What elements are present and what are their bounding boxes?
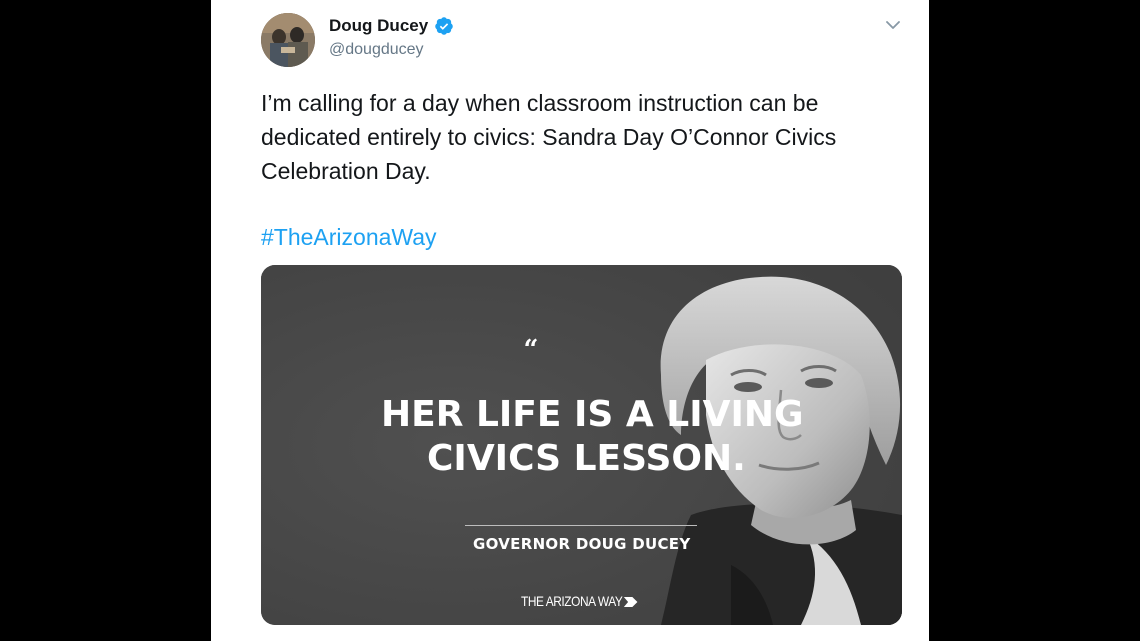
author-name-row[interactable]: Doug Ducey xyxy=(329,16,454,36)
chevron-down-icon[interactable] xyxy=(883,15,903,35)
brand-logo: THE ARIZONA WAY xyxy=(521,593,638,609)
verified-badge-icon xyxy=(434,16,454,36)
tweet-body: I’m calling for a day when classroom ins… xyxy=(261,90,837,184)
avatar-photo xyxy=(261,13,315,67)
tweet-media-image[interactable]: “ HER LIFE IS A LIVING CIVICS LESSON. GO… xyxy=(261,265,902,625)
quote-mark: “ xyxy=(523,335,539,365)
headline-line-1: HER LIFE IS A LIVING xyxy=(381,394,804,435)
arrow-right-icon xyxy=(624,595,638,607)
hashtag-link[interactable]: #TheArizonaWay xyxy=(261,220,437,254)
brand-text: THE ARIZONA WAY xyxy=(521,593,623,609)
tweet-text: I’m calling for a day when classroom ins… xyxy=(261,86,901,188)
headline-line-2: CIVICS LESSON. xyxy=(427,438,746,479)
author-handle[interactable]: @dougducey xyxy=(329,41,424,59)
author-name[interactable]: Doug Ducey xyxy=(329,16,428,36)
tweet-card: Doug Ducey @dougducey I’m calling for a … xyxy=(211,0,929,641)
divider xyxy=(465,525,697,526)
avatar[interactable] xyxy=(261,13,315,67)
attribution-text: GOVERNOR DOUG DUCEY xyxy=(473,535,691,553)
